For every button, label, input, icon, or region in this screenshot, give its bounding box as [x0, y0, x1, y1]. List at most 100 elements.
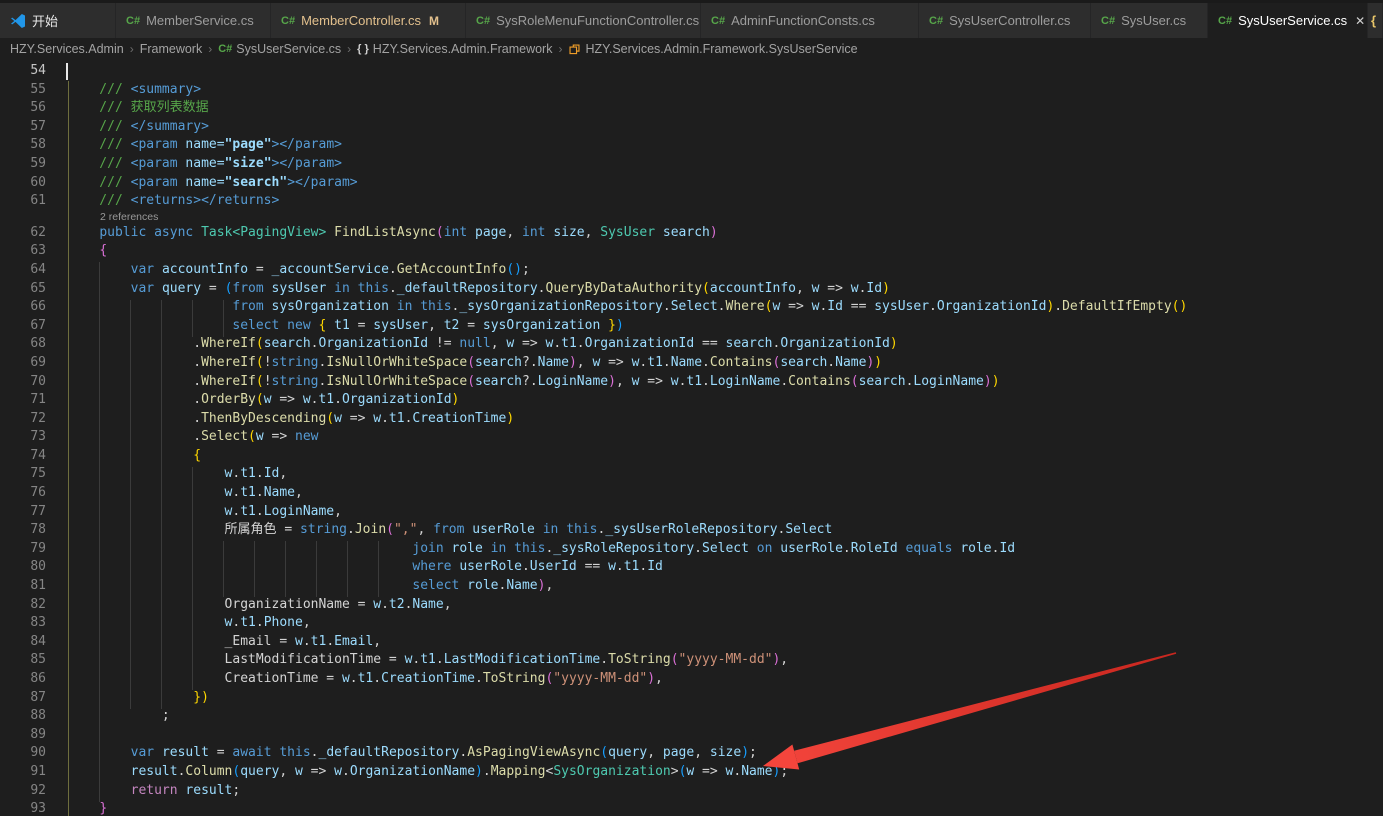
code-text: }): [68, 689, 209, 708]
breadcrumb-item-hzy-services-admin-framework[interactable]: { }HZY.Services.Admin.Framework: [357, 42, 552, 56]
code-text: .WhereIf(!string.IsNullOrWhiteSpace(sear…: [68, 354, 882, 373]
tab-[interactable]: {: [1368, 3, 1383, 38]
tab-sysuser-cs[interactable]: C# SysUser.cs: [1091, 3, 1208, 38]
tab-sysusercontroller-cs[interactable]: C#SysUserController.cs: [919, 3, 1091, 38]
line-number: 59: [0, 155, 46, 174]
line-number: 75: [0, 465, 46, 484]
tab-开始[interactable]: 开始: [0, 3, 116, 38]
code-line-89[interactable]: 89: [0, 726, 1383, 745]
breadcrumb-item-sysuserservice-cs[interactable]: C#SysUserService.cs: [218, 42, 341, 56]
code-line-92[interactable]: 92 return result;: [0, 782, 1383, 801]
line-number: 58: [0, 136, 46, 155]
code-line-82[interactable]: 82 OrganizationName = w.t2.Name,: [0, 596, 1383, 615]
breadcrumb-item-hzy-services-admin[interactable]: HZY.Services.Admin: [10, 42, 124, 56]
codelens-references[interactable]: 2 references: [100, 211, 158, 224]
breadcrumb-label: SysUserService.cs: [236, 42, 341, 56]
code-line-61[interactable]: 61 /// <returns></returns>: [0, 192, 1383, 211]
line-number: 82: [0, 596, 46, 615]
code-line-68[interactable]: 68 .WhereIf(search.OrganizationId != nul…: [0, 335, 1383, 354]
code-line-62[interactable]: 62 public async Task<PagingView> FindLis…: [0, 224, 1383, 243]
line-number: 88: [0, 707, 46, 726]
line-number: 80: [0, 558, 46, 577]
line-number: 79: [0, 540, 46, 559]
breadcrumb-label: Framework: [140, 42, 203, 56]
code-line-86[interactable]: 86 CreationTime = w.t1.CreationTime.ToSt…: [0, 670, 1383, 689]
code-line-91[interactable]: 91 result.Column(query, w => w.Organizat…: [0, 763, 1383, 782]
line-number: 65: [0, 280, 46, 299]
code-line-77[interactable]: 77 w.t1.LoginName,: [0, 503, 1383, 522]
line-number: 70: [0, 373, 46, 392]
code-line-70[interactable]: 70 .WhereIf(!string.IsNullOrWhiteSpace(s…: [0, 373, 1383, 392]
code-text: /// <summary>: [68, 81, 201, 100]
code-line-76[interactable]: 76 w.t1.Name,: [0, 484, 1383, 503]
code-text: /// <returns></returns>: [68, 192, 279, 211]
code-line-54[interactable]: 54: [0, 62, 1383, 81]
breadcrumb-separator: ›: [558, 42, 562, 56]
tab-label: MemberService.cs: [146, 13, 254, 28]
code-line-80[interactable]: 80 where userRole.UserId == w.t1.Id: [0, 558, 1383, 577]
code-text: var result = await this._defaultReposito…: [68, 744, 757, 763]
git-modified-badge: M: [429, 14, 439, 28]
tab-sysuserservice-cs[interactable]: C#SysUserService.cs✕: [1208, 3, 1368, 38]
code-line-88[interactable]: 88 ;: [0, 707, 1383, 726]
line-number: 83: [0, 614, 46, 633]
code-line-59[interactable]: 59 /// <param name="size"></param>: [0, 155, 1383, 174]
code-line-93[interactable]: 93 }: [0, 800, 1383, 816]
code-line-55[interactable]: 55 /// <summary>: [0, 81, 1383, 100]
breadcrumb-label: HZY.Services.Admin: [10, 42, 124, 56]
code-line-73[interactable]: 73 .Select(w => new: [0, 428, 1383, 447]
code-line-66[interactable]: 66 from sysOrganization in this._sysOrga…: [0, 298, 1383, 317]
line-number: 78: [0, 521, 46, 540]
code-line-65[interactable]: 65 var query = (from sysUser in this._de…: [0, 280, 1383, 299]
code-line-63[interactable]: 63 {: [0, 242, 1383, 261]
breadcrumb-separator: ›: [347, 42, 351, 56]
code-line-78[interactable]: 78 所属角色 = string.Join(",", from userRole…: [0, 521, 1383, 540]
code-line-64[interactable]: 64 var accountInfo = _accountService.Get…: [0, 261, 1383, 280]
code-line-83[interactable]: 83 w.t1.Phone,: [0, 614, 1383, 633]
code-line-67[interactable]: 67 select new { t1 = sysUser, t2 = sysOr…: [0, 317, 1383, 336]
tab-sysrolemenufunctioncontroller-cs[interactable]: C#SysRoleMenuFunctionController.cs: [466, 3, 701, 38]
csharp-file-icon: C#: [1101, 15, 1115, 27]
code-line-75[interactable]: 75 w.t1.Id,: [0, 465, 1383, 484]
code-text: .OrderBy(w => w.t1.OrganizationId): [68, 391, 459, 410]
code-lines: 5455 /// <summary>56 /// 获取列表数据57 /// </…: [0, 62, 1383, 816]
code-text: w.t1.Id,: [68, 465, 287, 484]
code-text: .Select(w => new: [68, 428, 318, 447]
tab-adminfunctionconsts-cs[interactable]: C#AdminFunctionConsts.cs: [701, 3, 919, 38]
code-line-72[interactable]: 72 .ThenByDescending(w => w.t1.CreationT…: [0, 410, 1383, 429]
code-line-90[interactable]: 90 var result = await this._defaultRepos…: [0, 744, 1383, 763]
code-line-57[interactable]: 57 /// </summary>: [0, 118, 1383, 137]
code-text: from sysOrganization in this._sysOrganiz…: [68, 298, 1187, 317]
code-line-74[interactable]: 74 {: [0, 447, 1383, 466]
line-number: 81: [0, 577, 46, 596]
tab-label: SysUser.cs: [1121, 13, 1186, 28]
code-text: select new { t1 = sysUser, t2 = sysOrgan…: [68, 317, 624, 336]
code-line-69[interactable]: 69 .WhereIf(!string.IsNullOrWhiteSpace(s…: [0, 354, 1383, 373]
code-line-79[interactable]: 79 join role in this._sysRoleRepository.…: [0, 540, 1383, 559]
csharp-file-icon: C#: [281, 15, 295, 27]
code-line-56[interactable]: 56 /// 获取列表数据: [0, 99, 1383, 118]
code-line-81[interactable]: 81 select role.Name),: [0, 577, 1383, 596]
tab-bar: 开始C#MemberService.csC#MemberController.c…: [0, 3, 1383, 38]
line-number: 74: [0, 447, 46, 466]
breadcrumb-item-framework[interactable]: Framework: [140, 42, 203, 56]
line-number: 87: [0, 689, 46, 708]
code-text: _Email = w.t1.Email,: [68, 633, 381, 652]
code-line-58[interactable]: 58 /// <param name="page"></param>: [0, 136, 1383, 155]
code-text: .WhereIf(search.OrganizationId != null, …: [68, 335, 898, 354]
code-editor[interactable]: 5455 /// <summary>56 /// 获取列表数据57 /// </…: [0, 60, 1383, 816]
breadcrumb-label: HZY.Services.Admin.Framework.SysUserServ…: [585, 42, 857, 56]
code-line-85[interactable]: 85 LastModificationTime = w.t1.LastModif…: [0, 651, 1383, 670]
code-line-84[interactable]: 84 _Email = w.t1.Email,: [0, 633, 1383, 652]
close-icon[interactable]: ✕: [1353, 14, 1367, 28]
code-text: w.t1.LoginName,: [68, 503, 342, 522]
tab-memberservice-cs[interactable]: C#MemberService.cs: [116, 3, 271, 38]
code-line-60[interactable]: 60 /// <param name="search"></param>: [0, 174, 1383, 193]
tab-membercontroller-cs[interactable]: C#MemberController.csM: [271, 3, 466, 38]
code-text: OrganizationName = w.t2.Name,: [68, 596, 452, 615]
tab-label: SysRoleMenuFunctionController.cs: [496, 13, 699, 28]
tab-label: AdminFunctionConsts.cs: [731, 13, 875, 28]
code-line-87[interactable]: 87 }): [0, 689, 1383, 708]
code-line-71[interactable]: 71 .OrderBy(w => w.t1.OrganizationId): [0, 391, 1383, 410]
breadcrumb-item-hzy-services-admin-framework-sysuserservice[interactable]: HZY.Services.Admin.Framework.SysUserServ…: [568, 42, 857, 56]
